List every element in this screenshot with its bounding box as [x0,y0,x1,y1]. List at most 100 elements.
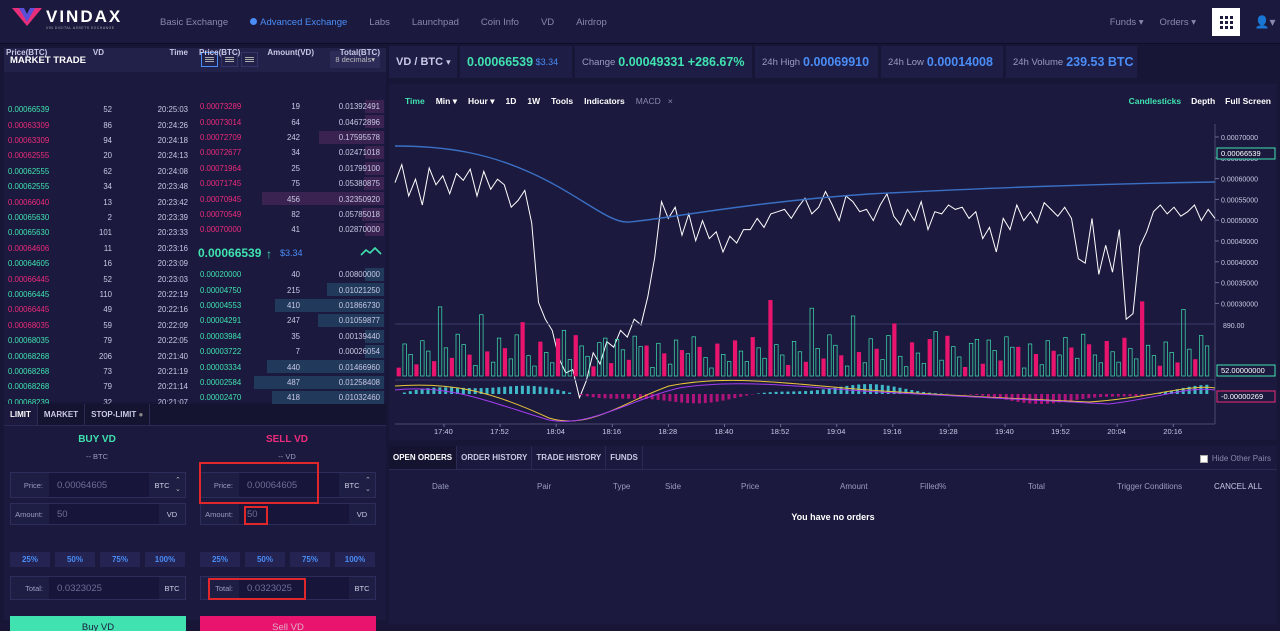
help-icon: ● [138,410,144,419]
buy-pct-50[interactable]: 50% [55,552,95,567]
buy-amount-label: Amount: [15,509,43,519]
volume-bar [402,343,407,377]
buy-pct-100[interactable]: 100% [145,552,185,567]
time-tick-label: 17:40 [434,427,453,436]
tab-funds[interactable]: FUNDS [606,446,643,469]
orders-dropdown[interactable]: Orders ▾ [1160,17,1196,28]
ask-row[interactable]: 0.00071964 25 0.01799100 [196,161,384,176]
macd-bar [745,394,749,396]
user-menu-button[interactable]: 👤▾ [1250,8,1280,36]
trade-price: 0.00064605 [8,259,50,269]
nav-coin-info[interactable]: Coin Info [481,17,519,28]
bid-row[interactable]: 0.00020000 40 0.00800000 [196,267,384,282]
low-label: 24h Low [888,56,924,68]
funds-dropdown[interactable]: Funds ▾ [1110,17,1144,28]
bid-row[interactable]: 0.00003984 35 0.00139440 [196,329,384,344]
apps-grid-button[interactable] [1212,8,1240,36]
ask-row[interactable]: 0.00072677 34 0.02471018 [196,145,384,160]
checkbox-icon[interactable] [1199,454,1208,463]
time-tick-label: 17:52 [490,427,509,436]
bid-row[interactable]: 0.00004553 410 0.01866730 [196,298,384,313]
ask-row[interactable]: 0.00070945 456 0.32350920 [196,191,384,206]
tab-trade-history[interactable]: TRADE HISTORY [532,446,607,469]
sell-amount-currency: VD [356,509,368,519]
volume-bar [1010,346,1015,377]
pair-selector[interactable]: VD / BTC ▾ [389,46,457,78]
macd-bar [821,389,825,394]
nav-labs[interactable]: Labs [369,17,390,28]
tab-limit[interactable]: LIMIT [4,404,38,425]
ask-row[interactable]: 0.00070549 82 0.05785018 [196,207,384,222]
bid-row[interactable]: 0.00004291 247 0.01059877 [196,313,384,328]
volume-bar [550,362,555,377]
sell-pct-50[interactable]: 50% [245,552,285,567]
caret-down-icon: ▾ [446,56,451,67]
volume-bar [685,353,690,377]
book-col-total: Total(BTC) [339,48,380,57]
ask-row[interactable]: 0.00072709 242 0.17595578 [196,130,384,145]
highlight-sell-total [208,578,306,600]
bid-row[interactable]: 0.00002584 487 0.01258408 [196,375,384,390]
vindax-logo[interactable]: VINDAX VIN DIGITAL ASSETS EXCHANGE [12,8,122,30]
trade-amount: 62 [103,166,112,176]
ticker-high: 24h High 0.00069910 [755,46,878,78]
volume-bar [396,367,401,377]
trade-row: 0.00066445 52 20:23:03 [4,271,194,286]
buy-pct-75[interactable]: 75% [100,552,140,567]
cancel-all-button[interactable]: CANCEL ALL [1214,482,1262,491]
bid-amount: 410 [286,300,300,310]
buy-amount-input[interactable]: 50 [49,504,159,524]
ask-row[interactable]: 0.00070000 41 0.02870000 [196,222,384,237]
trade-row: 0.00066445 110 20:22:19 [4,287,194,302]
trade-amount: 34 [103,182,112,192]
buy-title: BUY VD [78,434,116,445]
tab-stop-limit[interactable]: STOP-LIMIT ● [85,404,151,425]
volume-bar [904,366,909,377]
user-icon: 👤▾ [1254,15,1276,29]
volume-bar [1157,365,1162,377]
ask-price: 0.00073014 [200,117,242,127]
buy-button[interactable]: Buy VD [10,616,186,631]
price-stepper-icon[interactable]: ⌃ ⌄ [365,476,375,494]
sell-pct-25[interactable]: 25% [200,552,240,567]
bid-row[interactable]: 0.00004750 215 0.01021250 [196,282,384,297]
tab-open-orders[interactable]: OPEN ORDERS [389,446,458,469]
volume-bar [491,361,496,377]
sell-amount-field[interactable]: Amount: 50 VD [200,503,376,525]
ask-row[interactable]: 0.00073289 19 0.01392491 [196,99,384,114]
volume-bar [609,363,614,377]
tab-market[interactable]: MARKET [38,404,86,425]
col-pair: Pair [537,482,552,491]
trade-time: 20:23:42 [157,197,188,207]
price-stepper-icon[interactable]: ⌃ ⌄ [175,476,185,494]
nav-basic-exchange[interactable]: Basic Exchange [160,17,228,28]
buy-pct-25[interactable]: 25% [10,552,50,567]
sell-pct-75[interactable]: 75% [290,552,330,567]
nav-launchpad[interactable]: Launchpad [412,17,459,28]
bid-row[interactable]: 0.00003334 440 0.01466960 [196,359,384,374]
hide-other-pairs[interactable]: Hide Other Pairs [1199,454,1271,463]
ask-row[interactable]: 0.00073014 64 0.04672896 [196,114,384,129]
trade-price: 0.00064606 [8,243,50,253]
volume-bar [691,336,696,377]
sell-pct-100[interactable]: 100% [335,552,375,567]
bid-row[interactable]: 0.00003722 7 0.00026054 [196,344,384,359]
volume-bar [951,346,956,377]
nav-advanced-exchange[interactable]: Advanced Exchange [250,17,347,28]
volume-bar [591,366,596,377]
buy-total-field[interactable]: Total: 0.0323025 BTC [10,576,186,600]
macd-bar [969,394,973,395]
nav-vd[interactable]: VD [541,17,554,28]
buy-amount-field[interactable]: Amount: 50 VD [10,503,186,525]
macd-bar [1110,394,1114,397]
buy-price-field[interactable]: Price: 0.00064605 BTC ⌃ ⌄ [10,472,186,498]
nav-airdrop[interactable]: Airdrop [576,17,607,28]
buy-total-input[interactable]: 0.0323025 [49,577,159,599]
tab-order-history[interactable]: ORDER HISTORY [457,446,533,469]
sell-button[interactable]: Sell VD [200,616,376,631]
volume-bar [1063,337,1068,377]
macd-bar [485,387,489,394]
chart-canvas[interactable]: 0.000700000.000650000.000600000.00055000… [389,84,1277,440]
ask-row[interactable]: 0.00071745 75 0.05380875 [196,176,384,191]
buy-price-input[interactable]: 0.00064605 [49,473,149,497]
